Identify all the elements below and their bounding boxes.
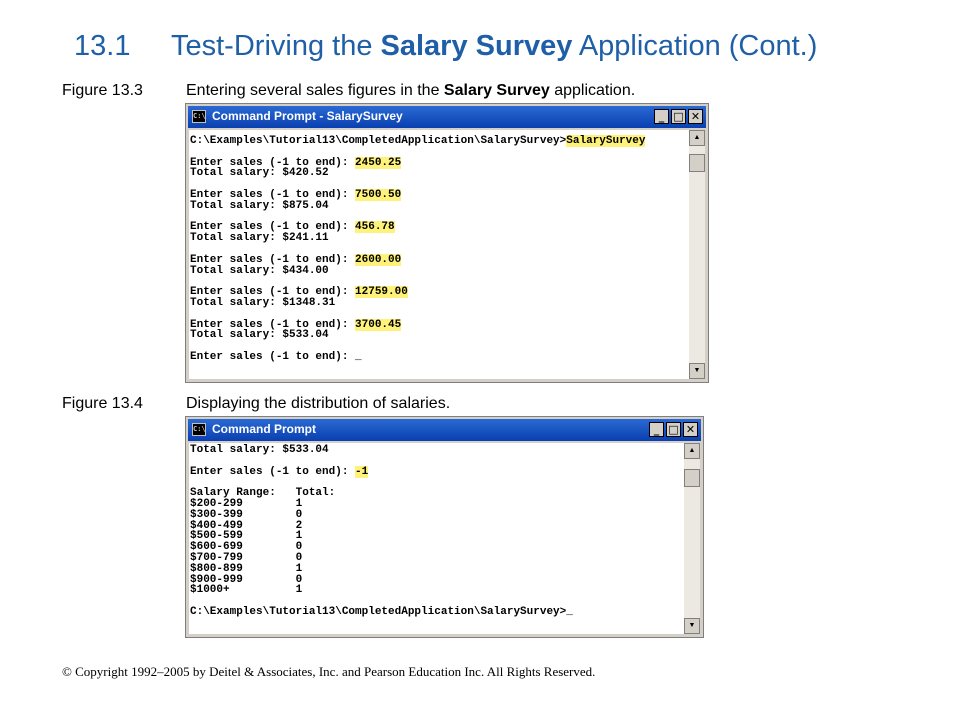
maximize-button[interactable]: □ — [671, 109, 686, 124]
scroll-thumb[interactable] — [689, 154, 705, 172]
maximize-button[interactable]: □ — [666, 422, 681, 437]
title-app-name: Salary Survey — [380, 30, 573, 62]
close-button[interactable]: ✕ — [683, 422, 698, 437]
total-salary-line: Total salary: $875.04 — [190, 199, 689, 212]
minimize-button[interactable]: _ — [649, 422, 664, 437]
window-title: Command Prompt — [212, 422, 317, 436]
total-salary-line: Total salary: $533.04 — [190, 445, 684, 456]
total-salary-text: Total salary: $875.04 — [190, 199, 329, 212]
scroll-thumb[interactable] — [684, 469, 700, 487]
minimize-button[interactable]: _ — [654, 109, 669, 124]
sales-input-value: 456.78 — [355, 221, 395, 234]
total-salary-text: Total salary: $420.52 — [190, 167, 329, 180]
window-title: Command Prompt - SalarySurvey — [212, 109, 403, 123]
typed-command: SalarySurvey — [566, 135, 646, 147]
total-salary-text: Total salary: $533.04 — [190, 444, 329, 456]
total-salary-text: Total salary: $1348.31 — [190, 296, 336, 309]
command-prompt-window-salarysurvey[interactable]: C:\ Command Prompt - SalarySurvey _ □ ✕ … — [185, 103, 709, 383]
sales-input-value: 2600.00 — [355, 253, 402, 266]
console-line: C:\Examples\Tutorial13\CompletedApplicat… — [190, 135, 689, 147]
vertical-scrollbar[interactable]: ▲ ▼ — [684, 443, 700, 634]
figure-13-3-caption: Figure 13.3 Entering several sales figure… — [62, 82, 635, 100]
sales-input-value: 2450.25 — [355, 156, 402, 169]
section-number: 13.1 — [74, 30, 131, 62]
title-bar[interactable]: C:\ Command Prompt _ □ ✕ — [188, 419, 701, 441]
figure-label: Figure 13.3 — [62, 82, 143, 99]
caption-text: Displaying the distribution of salaries. — [186, 395, 451, 412]
caption-app-name: Salary Survey — [443, 82, 550, 99]
title-bar[interactable]: C:\ Command Prompt - SalarySurvey _ □ ✕ — [188, 106, 706, 128]
close-button[interactable]: ✕ — [688, 109, 703, 124]
figure-13-4-caption: Figure 13.4 Displaying the distribution o… — [62, 395, 450, 413]
sales-prompt: Enter sales (-1 to end): — [190, 350, 356, 363]
sentinel-input-value: -1 — [355, 465, 369, 478]
text-cursor: _ — [355, 350, 362, 363]
scroll-up-arrow-icon[interactable]: ▲ — [684, 443, 700, 459]
sales-entry-line: Enter sales (-1 to end): _ — [190, 350, 689, 363]
copyright-notice: © Copyright 1992–2005 by Deitel & Associ… — [62, 664, 596, 679]
total-salary-text: Total salary: $533.04 — [190, 329, 329, 342]
cmd-icon[interactable]: C:\ — [192, 110, 206, 123]
range-total: 1 — [295, 584, 303, 597]
distribution-row: $1000+ 1 — [190, 585, 684, 596]
total-salary-line: Total salary: $533.04 — [190, 330, 689, 341]
slide-title: 13.1 Test-Driving the Salary Survey Appli… — [74, 30, 817, 63]
total-salary-line: Total salary: $434.00 — [190, 264, 689, 277]
figure-label: Figure 13.4 — [62, 395, 143, 412]
sales-input-value: 3700.45 — [355, 318, 402, 331]
scroll-down-arrow-icon[interactable]: ▼ — [684, 618, 700, 634]
salary-range: $1000+ — [190, 584, 296, 597]
title-suffix: Application (Cont.) — [572, 30, 818, 62]
total-salary-text: Total salary: $241.11 — [190, 232, 329, 245]
command-prompt-path: C:\Examples\Tutorial13\CompletedApplicat… — [190, 135, 567, 147]
console-output[interactable]: Total salary: $533.04 Enter sales (-1 to… — [189, 443, 684, 634]
vertical-scrollbar[interactable]: ▲ ▼ — [689, 130, 705, 379]
total-salary-line: Total salary: $1348.31 — [190, 296, 689, 309]
sales-input-value: 12759.00 — [355, 286, 408, 299]
command-prompt-path: C:\Examples\Tutorial13\CompletedApplicat… — [190, 605, 567, 618]
cmd-icon[interactable]: C:\ — [192, 423, 206, 436]
sales-input-value: 7500.50 — [355, 188, 402, 201]
total-salary-line: Total salary: $241.11 — [190, 233, 689, 244]
scroll-down-arrow-icon[interactable]: ▼ — [689, 363, 705, 379]
text-cursor: _ — [566, 605, 573, 618]
caption-suffix: application. — [549, 82, 636, 99]
caption-text: Entering several sales figures in the — [186, 82, 444, 99]
sales-entry-line: Enter sales (-1 to end): -1 — [190, 465, 684, 478]
command-prompt-window[interactable]: C:\ Command Prompt _ □ ✕ Total salary: $… — [185, 416, 704, 638]
title-prefix: Test-Driving the — [171, 30, 381, 62]
console-line: C:\Examples\Tutorial13\CompletedApplicat… — [190, 605, 684, 618]
sales-prompt: Enter sales (-1 to end): — [190, 465, 356, 478]
console-output[interactable]: C:\Examples\Tutorial13\CompletedApplicat… — [189, 130, 689, 379]
total-salary-text: Total salary: $434.00 — [190, 264, 329, 277]
scroll-up-arrow-icon[interactable]: ▲ — [689, 130, 705, 146]
total-salary-line: Total salary: $420.52 — [190, 168, 689, 179]
